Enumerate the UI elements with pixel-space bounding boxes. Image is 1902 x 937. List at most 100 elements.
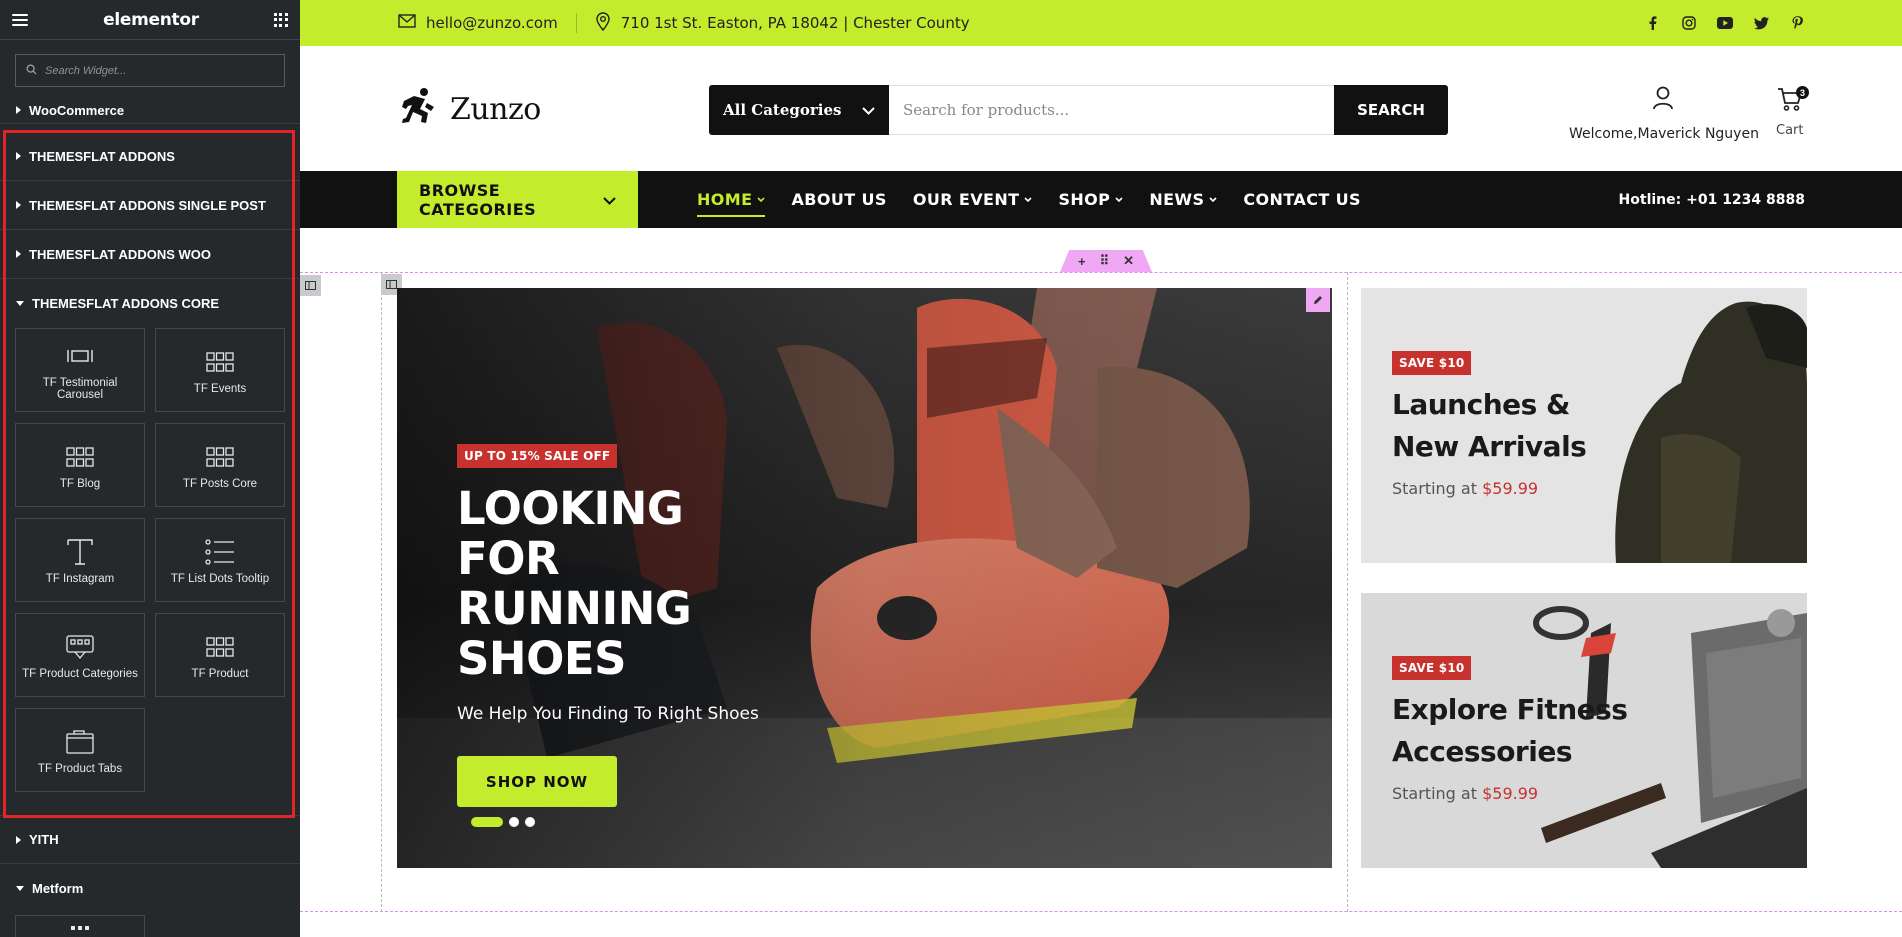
nav-home[interactable]: HOME	[697, 190, 766, 217]
widget-tf-product-tabs[interactable]: TF Product Tabs	[15, 708, 145, 792]
widget-tf-list-dots-tooltip[interactable]: TF List Dots Tooltip	[155, 518, 285, 602]
price-prefix: Starting at	[1392, 479, 1477, 498]
map-pin-icon	[595, 11, 611, 35]
hero-subtitle: We Help You Finding To Right Shoes	[457, 704, 759, 724]
slider-dot[interactable]	[471, 817, 503, 827]
category-yith[interactable]: YITH	[0, 815, 300, 864]
search-button[interactable]: SEARCH	[1334, 85, 1448, 135]
caret-down-icon	[16, 301, 24, 306]
promo-card-new-arrivals[interactable]: SAVE $10 Launches & New Arrivals Startin…	[1361, 288, 1807, 563]
main-menu: HOME ABOUT US OUR EVENT SHOP NEWS CONTAC…	[697, 171, 1361, 228]
nav-our-event[interactable]: OUR EVENT	[913, 190, 1033, 209]
address-text: 710 1st St. Easton, PA 18042 | Chester C…	[620, 14, 970, 32]
widget-grid: TF Testimonial Carousel TF Events TF Blo…	[0, 328, 300, 807]
facebook-icon[interactable]	[1645, 15, 1661, 31]
browse-categories-button[interactable]: BROWSE CATEGORIES	[397, 171, 638, 228]
search-icon	[26, 62, 37, 80]
menu-icon[interactable]	[12, 13, 28, 26]
grid-icon	[66, 440, 94, 474]
widget-tf-instagram[interactable]: TF Instagram	[15, 518, 145, 602]
widget-partial[interactable]	[15, 915, 145, 937]
panel-brand: elementor	[103, 9, 199, 30]
slider-dot[interactable]	[509, 817, 519, 827]
hotline: Hotline: +01 1234 8888	[1618, 191, 1805, 208]
site-logo[interactable]: Zunzo	[398, 87, 541, 132]
divider	[575, 13, 577, 33]
add-section-icon[interactable]: +	[1078, 254, 1086, 269]
widget-label: TF Events	[193, 383, 247, 395]
chevron-down-icon	[757, 197, 766, 202]
grid-icon	[206, 440, 234, 474]
nav-label: CONTACT US	[1243, 190, 1361, 209]
widget-label: TF Blog	[59, 478, 101, 490]
nav-shop[interactable]: SHOP	[1058, 190, 1123, 209]
category-themesflat-addons-core[interactable]: THEMESFLAT ADDONS CORE	[0, 279, 300, 328]
main-navbar: BROWSE CATEGORIES HOME ABOUT US OUR EVEN…	[300, 171, 1902, 228]
grid-icon	[16, 916, 144, 934]
price-prefix: Starting at	[1392, 784, 1477, 803]
nav-contact-us[interactable]: CONTACT US	[1243, 190, 1361, 209]
promo-title-line2: New Arrivals	[1392, 430, 1587, 463]
widget-search-box[interactable]	[15, 54, 285, 87]
caret-right-icon	[16, 201, 21, 209]
twitter-icon[interactable]	[1753, 15, 1769, 31]
instagram-icon[interactable]	[1681, 15, 1697, 31]
welcome-text[interactable]: Welcome,Maverick Nguyen	[1569, 126, 1759, 142]
caret-right-icon	[16, 152, 21, 160]
widget-tf-testimonial-carousel[interactable]: TF Testimonial Carousel	[15, 328, 145, 412]
product-search: All Categories SEARCH	[709, 85, 1448, 135]
category-themesflat-addons-woo[interactable]: THEMESFLAT ADDONS WOO	[0, 230, 300, 279]
widget-label: TF Testimonial Carousel	[42, 377, 118, 401]
widget-tf-product-categories[interactable]: TF Product Categories	[15, 613, 145, 697]
widget-label: TF List Dots Tooltip	[170, 573, 270, 585]
column-handle[interactable]	[300, 275, 321, 296]
category-themesflat-addons-single-post[interactable]: THEMESFLAT ADDONS SINGLE POST	[0, 181, 300, 230]
nav-news[interactable]: NEWS	[1149, 190, 1217, 209]
category-woocommerce[interactable]: WooCommerce	[0, 97, 300, 124]
pinterest-icon[interactable]	[1789, 15, 1805, 31]
widget-tf-events[interactable]: TF Events	[155, 328, 285, 412]
slider-dot[interactable]	[525, 817, 535, 827]
category-select[interactable]: All Categories	[709, 85, 889, 135]
drag-handle-icon[interactable]: ⠿	[1100, 253, 1110, 269]
search-field[interactable]	[889, 85, 1334, 135]
youtube-icon[interactable]	[1717, 15, 1733, 31]
promo-card-fitness-accessories[interactable]: SAVE $10 Explore Fitness Accessories Sta…	[1361, 593, 1807, 868]
topbar-address: 710 1st St. Easton, PA 18042 | Chester C…	[595, 11, 970, 35]
text-icon	[66, 535, 94, 569]
category-themesflat-addons[interactable]: THEMESFLAT ADDONS	[0, 132, 300, 181]
user-icon[interactable]	[1652, 86, 1674, 115]
promo-price: Starting at $59.99	[1392, 784, 1538, 803]
widget-search-input[interactable]	[45, 64, 274, 77]
promo-title-line1: Launches &	[1392, 388, 1570, 421]
cart-button[interactable]: 3 Cart	[1776, 86, 1809, 138]
chevron-down-icon	[603, 190, 616, 209]
shop-now-button[interactable]: SHOP NOW	[457, 756, 617, 807]
nav-about-us[interactable]: ABOUT US	[791, 190, 886, 209]
topbar-email[interactable]: hello@zunzo.com	[398, 14, 558, 32]
column-icon	[386, 280, 397, 289]
chevron-down-icon	[1209, 197, 1217, 202]
category-label: THEMESFLAT ADDONS	[29, 148, 175, 164]
slider-dots	[471, 817, 535, 827]
edit-widget-button[interactable]	[1306, 288, 1330, 312]
widget-tf-posts-core[interactable]: TF Posts Core	[155, 423, 285, 507]
category-metform[interactable]: Metform	[0, 864, 300, 913]
logo-text: Zunzo	[450, 91, 541, 127]
widget-tf-blog[interactable]: TF Blog	[15, 423, 145, 507]
category-label: Metform	[32, 881, 84, 896]
delete-section-icon[interactable]: ✕	[1123, 253, 1134, 269]
chevron-down-icon	[862, 101, 875, 119]
search-input[interactable]	[903, 101, 1320, 119]
price-amount: $59.99	[1482, 784, 1539, 803]
widget-tf-product[interactable]: TF Product	[155, 613, 285, 697]
widgets-grid-icon[interactable]	[273, 12, 288, 27]
price-amount: $59.99	[1482, 479, 1539, 498]
nav-label: ABOUT US	[791, 190, 887, 209]
widget-label: TF Product Tabs	[37, 763, 123, 775]
cart-label: Cart	[1776, 123, 1804, 138]
category-label: THEMESFLAT ADDONS WOO	[29, 246, 211, 262]
section-handle[interactable]: + ⠿ ✕	[1060, 250, 1152, 272]
nav-label: HOME	[697, 190, 753, 209]
email-text: hello@zunzo.com	[426, 14, 558, 32]
